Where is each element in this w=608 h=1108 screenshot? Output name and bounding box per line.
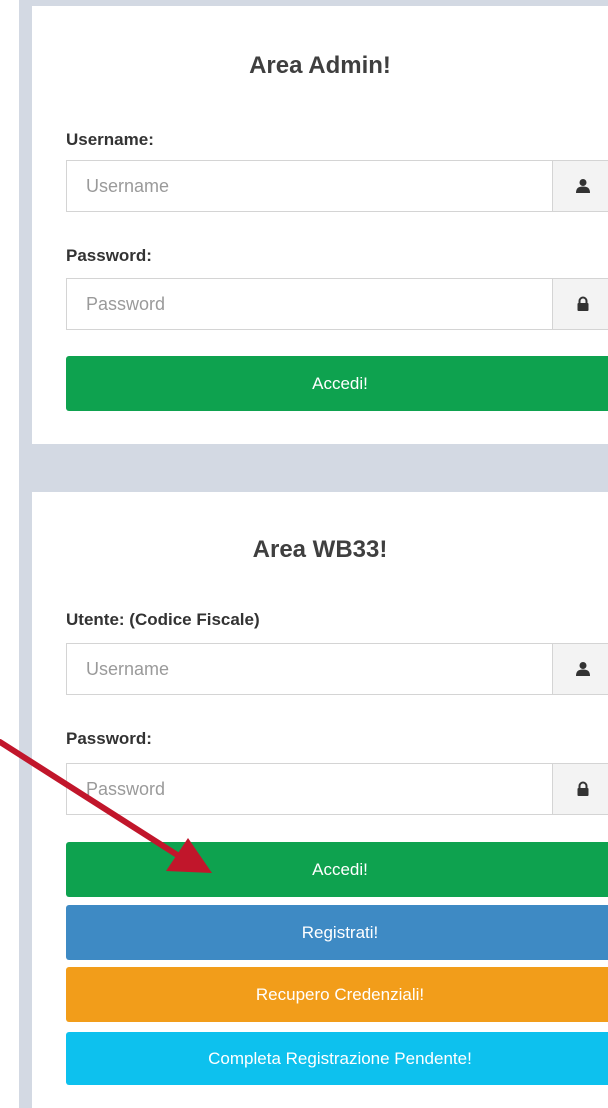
wb33-password-label: Password: — [66, 729, 152, 748]
wb33-password-input[interactable] — [67, 764, 522, 814]
recover-credentials-button[interactable]: Recupero Credenziali! — [66, 967, 608, 1022]
wb33-login-panel: Area WB33! Utente: (Codice Fiscale) Pass… — [32, 492, 608, 1108]
wb33-username-group — [66, 643, 608, 695]
wb33-panel-title: Area WB33! — [252, 536, 388, 563]
wb33-login-button[interactable]: Accedi! — [66, 842, 608, 897]
user-icon — [576, 662, 590, 676]
lock-icon — [577, 296, 589, 311]
admin-username-group — [66, 160, 608, 212]
admin-username-input[interactable] — [67, 161, 522, 211]
admin-password-group — [66, 278, 608, 330]
left-border-rule — [19, 0, 32, 1108]
admin-login-panel: Area Admin! Username: Password: Accedi! — [32, 6, 608, 444]
register-button[interactable]: Registrati! — [66, 905, 608, 960]
admin-login-button[interactable]: Accedi! — [66, 356, 608, 411]
page-left-margin — [0, 0, 19, 1108]
admin-password-input[interactable] — [67, 279, 522, 329]
panel-separator — [32, 444, 608, 492]
wb33-user-label: Utente: (Codice Fiscale) — [66, 610, 260, 629]
user-icon — [576, 179, 590, 193]
wb33-password-group — [66, 763, 608, 815]
admin-password-label: Password: — [66, 246, 152, 265]
wb33-username-input[interactable] — [67, 644, 522, 694]
admin-username-addon — [552, 161, 608, 211]
admin-panel-title: Area Admin! — [249, 52, 391, 79]
wb33-username-addon — [552, 644, 608, 694]
admin-password-addon — [552, 279, 608, 329]
complete-registration-button[interactable]: Completa Registrazione Pendente! — [66, 1032, 608, 1085]
admin-username-label: Username: — [66, 130, 154, 149]
wb33-password-addon — [552, 764, 608, 814]
lock-icon — [577, 781, 589, 796]
